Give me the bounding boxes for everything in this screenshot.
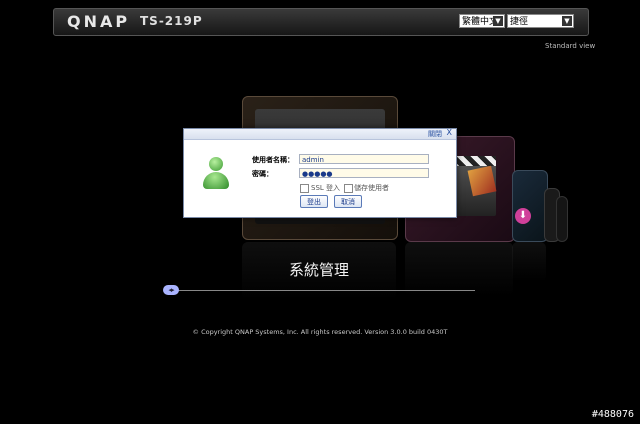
- download-arrow-icon: ⬇: [515, 208, 531, 224]
- theme-select-value: 捷徑: [510, 17, 529, 27]
- ssl-checkbox[interactable]: [300, 184, 309, 193]
- avatar-body: [203, 172, 229, 189]
- password-label: 密碼：: [252, 170, 273, 178]
- copyright-text: © Copyright QNAP Systems, Inc. All right…: [192, 328, 448, 336]
- brand-logo: QNAP: [67, 12, 131, 31]
- avatar-head: [209, 157, 223, 171]
- standard-view-link[interactable]: Standard view: [545, 42, 595, 50]
- device-model: TS-219P: [140, 14, 203, 28]
- chevron-down-icon: ▼: [493, 16, 503, 26]
- remember-user-checkbox[interactable]: [344, 184, 353, 193]
- language-select[interactable]: 繁體中文 ▼: [459, 14, 505, 28]
- chevron-down-icon: ▼: [562, 16, 572, 26]
- tile-5[interactable]: [556, 196, 568, 242]
- tile-main-label: 系統管理: [288, 261, 349, 279]
- photo-icon: [467, 165, 497, 197]
- close-icon[interactable]: X: [447, 128, 452, 137]
- carousel-track[interactable]: [170, 290, 475, 291]
- user-avatar-icon: [201, 157, 231, 191]
- top-bar: QNAP TS-219P 繁體中文 ▼ 捷徑 ▼: [53, 8, 589, 36]
- password-input[interactable]: ●●●●●: [299, 168, 429, 178]
- slider-handle-icon[interactable]: ◂▸: [163, 285, 179, 295]
- username-label: 使用者名稱：: [252, 156, 294, 164]
- cancel-button[interactable]: 取消: [334, 195, 362, 208]
- remember-user-label: 儲存使用者: [354, 184, 389, 192]
- tile-download[interactable]: [512, 170, 548, 242]
- close-link[interactable]: 關閉: [428, 129, 442, 139]
- dialog-titlebar: 關閉 X: [184, 128, 456, 140]
- username-input[interactable]: admin: [299, 154, 429, 164]
- theme-select[interactable]: 捷徑 ▼: [507, 14, 574, 28]
- watermark-text: #488076: [591, 409, 634, 420]
- clapperboard-top-icon: [452, 156, 496, 166]
- login-button[interactable]: 登出: [300, 195, 328, 208]
- login-dialog: 關閉 X 使用者名稱： 密碼： admin ●●●●● SSL 登入 儲存使用者…: [183, 128, 457, 218]
- tile-reflection: [512, 242, 546, 282]
- ssl-label: SSL 登入: [311, 184, 341, 192]
- tile-reflection: [405, 242, 513, 296]
